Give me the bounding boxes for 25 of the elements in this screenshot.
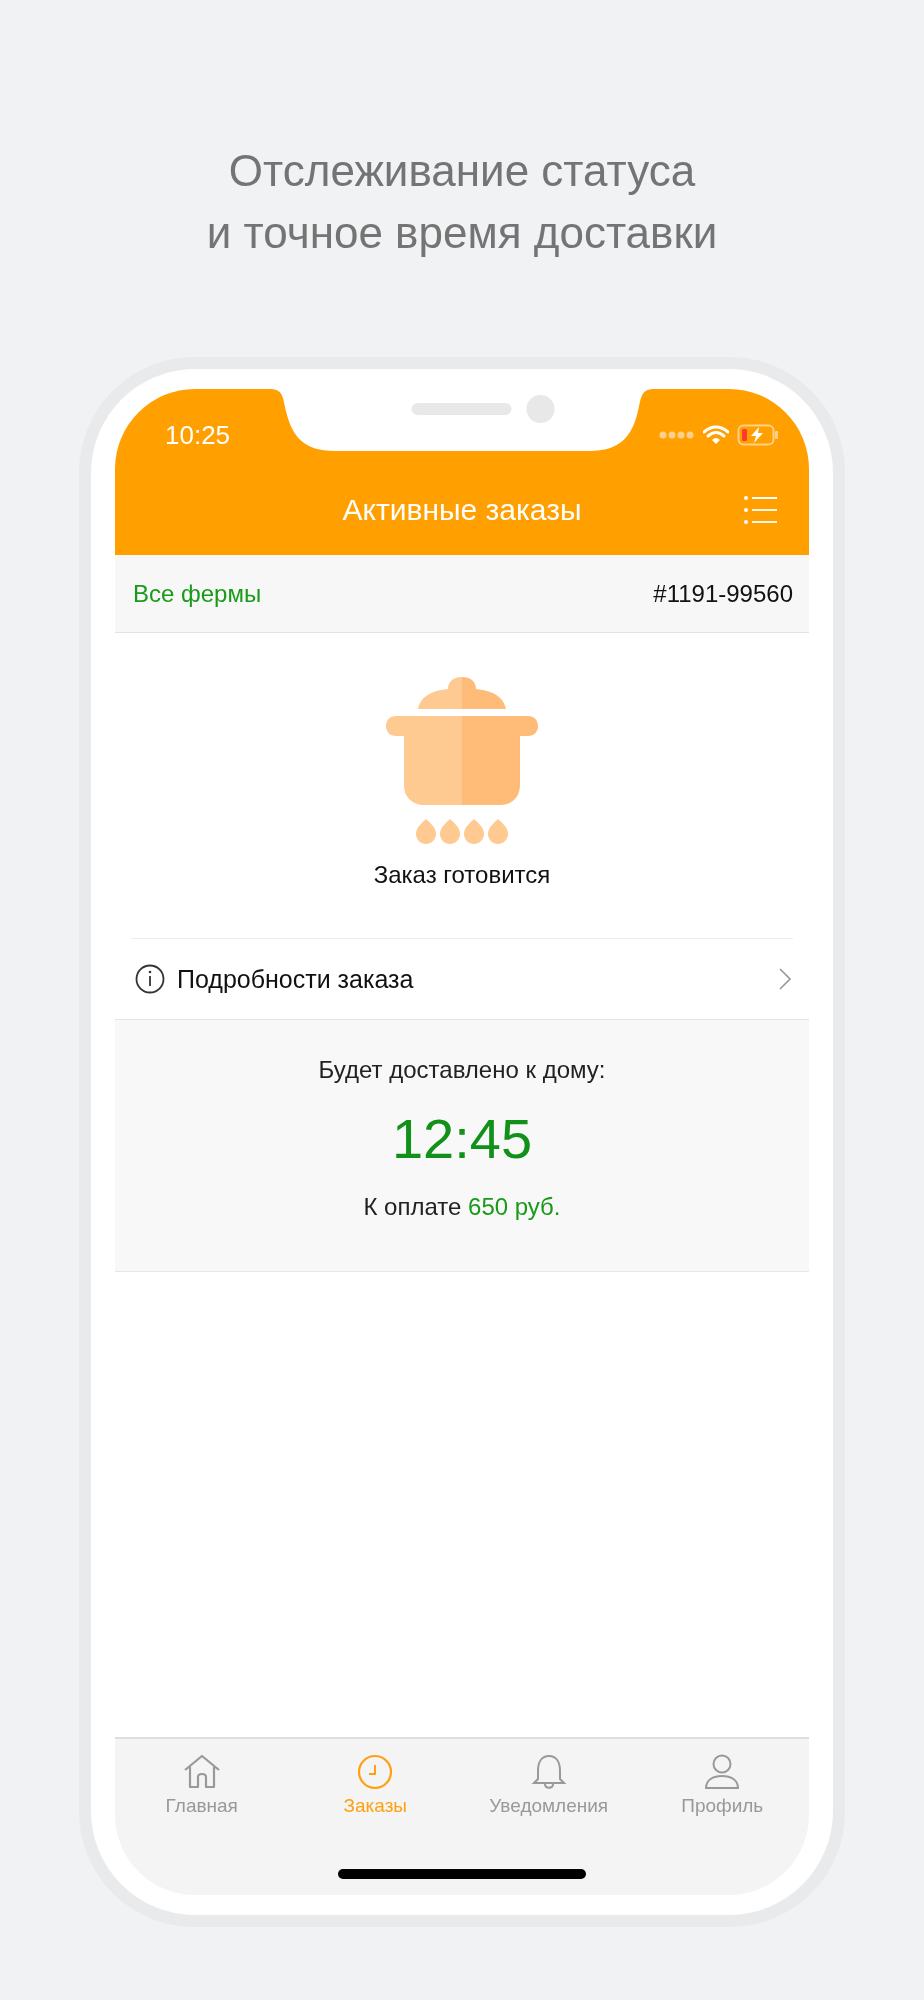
cooking-pot-icon [386, 677, 538, 845]
delivery-time: 12:45 [391, 1106, 533, 1171]
tab-item[interactable]: Уведомления [462, 1753, 636, 1817]
signal-icon [659, 431, 695, 439]
info-icon [135, 964, 165, 994]
delivery-heading: Будет доставлено к дому: [318, 1056, 606, 1084]
screen-title: Активные заказы [342, 493, 582, 527]
farm-filter-link[interactable]: Все фермы [133, 579, 262, 608]
wifi-icon [703, 425, 729, 445]
person-icon [703, 1753, 742, 1791]
home-icon [182, 1753, 221, 1791]
tab-item[interactable]: Заказы [288, 1753, 462, 1817]
tab-item[interactable]: Главная [115, 1753, 289, 1817]
clock-icon [356, 1753, 395, 1791]
order-number: #1191-99560 [653, 579, 793, 608]
bell-icon [529, 1753, 568, 1791]
headline-text: и точное время доставки [206, 207, 718, 259]
list-menu-icon[interactable] [743, 495, 777, 525]
chevron-right-icon [779, 968, 791, 990]
battery-icon [737, 424, 779, 446]
order-status-text: Заказ готовится [373, 861, 551, 889]
tab-item[interactable]: Профиль [635, 1753, 809, 1817]
headline-text: Отслеживание статуса [228, 145, 696, 197]
status-time: 10:25 [165, 419, 231, 451]
payment-text: К оплате 650 руб. [363, 1193, 561, 1221]
